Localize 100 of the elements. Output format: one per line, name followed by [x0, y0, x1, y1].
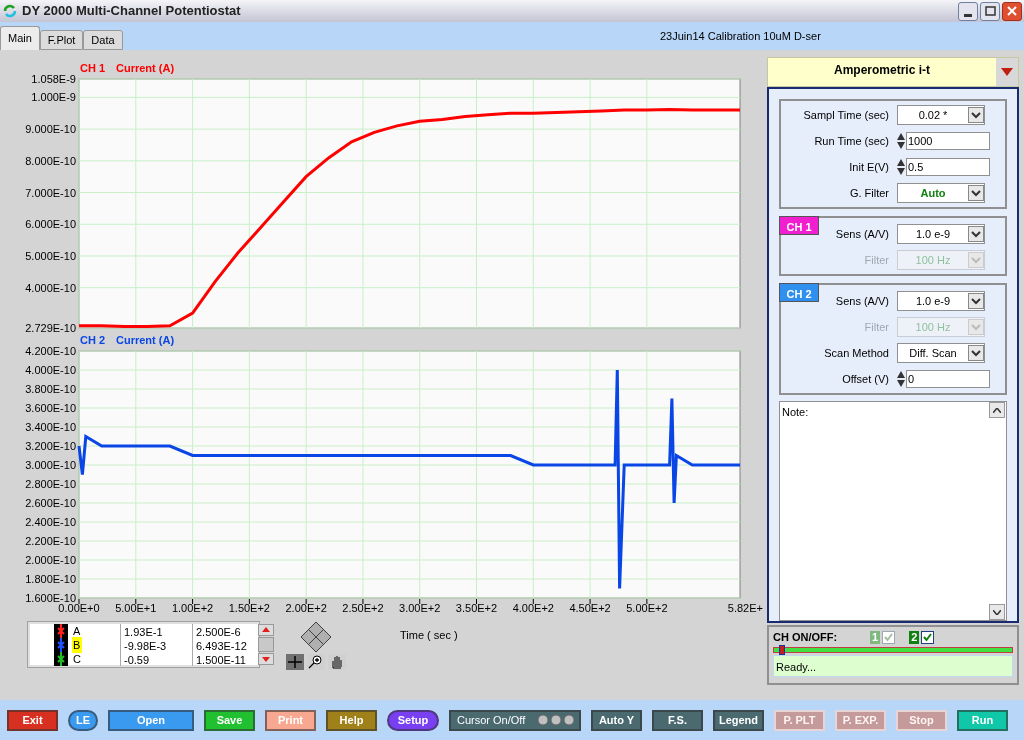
dropdown-field[interactable]: Auto: [897, 183, 985, 203]
y-tick-label: 4.000E-10: [25, 364, 76, 376]
tick-mark: [476, 598, 477, 605]
spinner-arrows-icon[interactable]: [897, 132, 905, 150]
y-tick-label: 2.800E-10: [25, 478, 76, 490]
y-tick-label: 1.600E-10: [25, 592, 76, 604]
tick-mark: [419, 598, 421, 605]
x-tick-label: 5.00E+1: [115, 602, 157, 614]
x-tick-label: 4.00E+2: [512, 602, 554, 614]
zoom-tool-icon[interactable]: [307, 654, 325, 670]
y-tick-label: 2.400E-10: [25, 516, 76, 528]
experiment-title: 23Juin14 Calibration 10uM D-ser: [660, 29, 821, 44]
indicator-lights-icon: [537, 714, 575, 726]
minimize-button[interactable]: [958, 1, 978, 21]
status-message: Ready...: [773, 655, 1013, 677]
y-tick-label: 7.000E-10: [25, 186, 76, 199]
field-label: Scan Method: [824, 345, 889, 361]
x-tick-label: 4.50E+2: [569, 602, 611, 614]
tick-mark: [305, 598, 307, 605]
dropdown-field[interactable]: 0.02 *: [897, 105, 985, 125]
dropdown-field[interactable]: Diff. Scan: [897, 343, 985, 363]
chevron-down-icon[interactable]: [968, 107, 984, 123]
y-tick-label: 6.000E-10: [25, 218, 76, 231]
field-label: Sens (A/V): [835, 293, 889, 309]
toolbar-button[interactable]: Setup: [387, 709, 439, 731]
toolbar-button[interactable]: Auto Y: [591, 709, 642, 731]
toolbar-button[interactable]: LE: [68, 709, 98, 731]
dropdown-field[interactable]: 1.0 e-9: [897, 291, 985, 311]
x-tick-label: 3.00E+2: [399, 602, 441, 614]
x-tick-label: 2.50E+2: [342, 602, 384, 614]
cursor-marker-icon: [54, 624, 68, 638]
channel-label: CH 1: [80, 62, 106, 74]
tick-mark: [248, 598, 250, 605]
tab[interactable]: Data: [83, 30, 123, 50]
y-tick-label: 2.600E-10: [25, 497, 76, 509]
table-cell: 1.93E-1: [120, 624, 180, 638]
y-tick-label: 1.800E-10: [25, 573, 76, 585]
x-tick-label: 3.50E+2: [455, 602, 498, 614]
channel-number: 2: [909, 630, 920, 644]
y-axis-title: Current (A): [116, 62, 175, 74]
number-field[interactable]: 0: [906, 370, 990, 388]
tick-mark: [646, 598, 648, 605]
channel-tag: CH 2: [779, 283, 819, 302]
field-label: G. Filter: [849, 185, 889, 201]
x-tick-label: 0.00E+0: [58, 602, 100, 614]
y-tick-label: 4.000E-10: [25, 281, 76, 294]
channel-label: CH 2: [80, 334, 106, 346]
channel-number: 1: [870, 630, 881, 644]
toolbar-button[interactable]: Open: [108, 709, 194, 731]
field-label: Filter: [864, 319, 889, 335]
chevron-down-icon[interactable]: [968, 345, 984, 361]
spinner-arrows-icon[interactable]: [897, 370, 905, 388]
y-tick-label: 3.400E-10: [25, 421, 76, 433]
table-cell: -9.98E-3: [120, 638, 180, 652]
toolbar-button[interactable]: Legend: [713, 709, 764, 731]
x-tick-label: 1.00E+2: [171, 602, 214, 614]
dropdown-field[interactable]: 1.0 e-9: [897, 224, 985, 244]
channel-tag: CH 1: [779, 216, 819, 235]
x-tick-label: 1.50E+2: [228, 602, 270, 614]
maximize-button[interactable]: [980, 1, 1000, 21]
x-tick-label: 2.00E+2: [285, 602, 327, 614]
tick-mark: [135, 598, 137, 605]
toolbar-button[interactable]: Help: [326, 709, 377, 731]
y-tick-label: 1.058E-9: [31, 73, 76, 85]
x-tick-label: 5.82E+: [727, 602, 763, 614]
cursor-name[interactable]: B: [72, 636, 82, 654]
x-axis-title: Time ( sec ): [400, 628, 458, 643]
minimize-icon: [964, 13, 972, 17]
tick-mark: [589, 598, 591, 605]
y-tick-label: 1.000E-9: [31, 91, 76, 104]
close-button[interactable]: [1002, 1, 1022, 21]
pan-diamond-icon[interactable]: [300, 621, 332, 653]
field-label: Sampl Time (sec): [803, 107, 889, 123]
chevron-down-icon[interactable]: [968, 226, 984, 242]
toolbar-button[interactable]: Exit: [7, 709, 58, 731]
y-tick-label: 4.200E-10: [25, 345, 76, 357]
chevron-down-icon[interactable]: [968, 185, 984, 201]
number-field[interactable]: 0.5: [906, 158, 990, 176]
y-tick-label: 2.729E-10: [25, 322, 76, 332]
tick-mark: [78, 598, 80, 605]
chevron-down-icon[interactable]: [968, 293, 984, 309]
y-axis-title: Current (A): [116, 334, 175, 346]
tab[interactable]: F.Plot: [39, 30, 84, 50]
field-label: Init E(V): [849, 159, 889, 175]
checkbox[interactable]: [921, 630, 935, 644]
spinner-arrows-icon[interactable]: [897, 158, 905, 176]
field-label: Sens (A/V): [835, 226, 889, 242]
window-title: DY 2000 Multi-Channel Potentiostat: [22, 2, 241, 21]
field-label: Offset (V): [842, 371, 889, 387]
tick-mark: [192, 598, 194, 605]
number-field[interactable]: 1000: [906, 132, 990, 150]
app-icon: [2, 3, 18, 19]
tab[interactable]: Main: [0, 26, 40, 50]
toolbar-button[interactable]: Cursor On/Off: [449, 709, 581, 731]
scroll-thumb[interactable]: [258, 636, 274, 653]
y-tick-label: 5.000E-10: [25, 249, 76, 262]
toolbar-button[interactable]: F.S.: [652, 709, 703, 731]
x-tick-label: 5.00E+2: [626, 602, 668, 614]
crosshair-tool-icon[interactable]: [286, 654, 304, 670]
field-label: Filter: [864, 252, 889, 268]
